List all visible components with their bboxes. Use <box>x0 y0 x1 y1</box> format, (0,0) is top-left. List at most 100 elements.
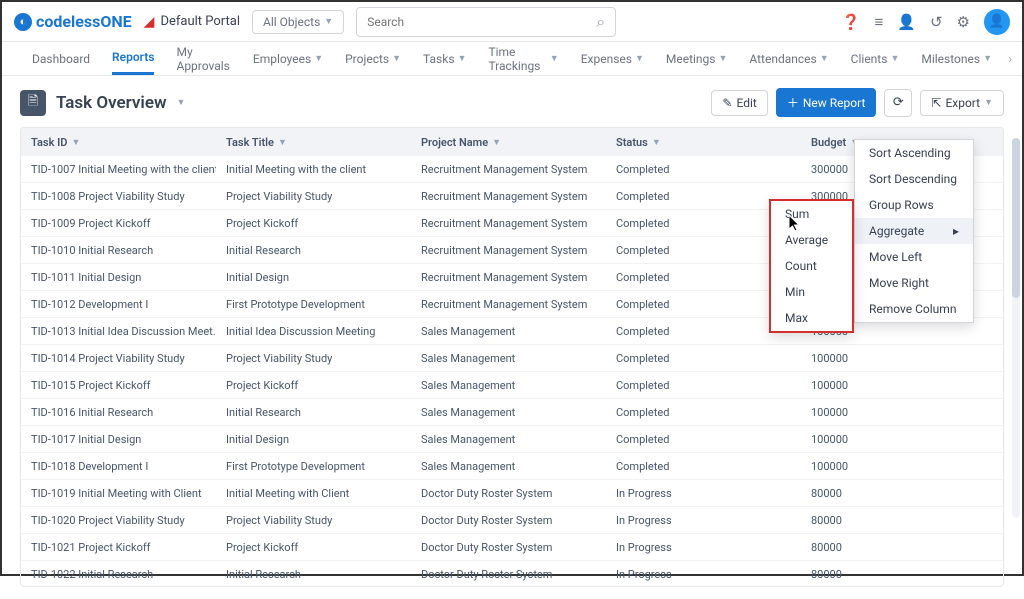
cell: TID-1012 Development I <box>21 298 216 311</box>
table-row[interactable]: TID-1017 Initial DesignInitial DesignSal… <box>21 426 1003 453</box>
table-row[interactable]: TID-1021 Project KickoffProject KickoffD… <box>21 534 1003 561</box>
top-bar: ◐ codelessONE ◢ Default Portal All Objec… <box>2 2 1022 42</box>
cell: TID-1014 Project Viability Study <box>21 352 216 365</box>
cell: Project Viability Study <box>216 514 411 527</box>
cell: Project Viability Study <box>216 352 411 365</box>
submenu-item-sum[interactable]: Sum <box>771 201 881 227</box>
cell: Initial Research <box>216 406 411 419</box>
tab-projects[interactable]: Projects▼ <box>345 42 401 75</box>
export-button[interactable]: ⇱Export▼ <box>920 90 1004 116</box>
tab-attendances[interactable]: Attendances▼ <box>749 42 828 75</box>
chevron-down-icon: ▼ <box>890 53 899 64</box>
cell: 100000 <box>801 406 986 419</box>
cell: Completed <box>606 433 801 446</box>
table-row[interactable]: TID-1019 Initial Meeting with ClientInit… <box>21 480 1003 507</box>
chevron-down-icon[interactable]: ▼ <box>177 97 186 108</box>
cell: Completed <box>606 352 801 365</box>
column-header[interactable]: Project Name ▼ <box>411 136 606 149</box>
chevron-down-icon: ▼ <box>71 137 80 148</box>
scroll-right-icon[interactable]: › <box>1008 52 1012 66</box>
tab-reports[interactable]: Reports <box>112 42 154 75</box>
cell: Sales Management <box>411 325 606 338</box>
cell: Completed <box>606 406 801 419</box>
gear-icon[interactable]: ⚙ <box>957 13 970 31</box>
menu-item-sort-descending[interactable]: Sort Descending <box>855 166 973 192</box>
cell: Initial Design <box>216 433 411 446</box>
chevron-down-icon: ▼ <box>718 53 727 64</box>
column-header[interactable]: Status ▼ <box>606 136 801 149</box>
cell: Recruitment Management System <box>411 244 606 257</box>
cell: Initial Research <box>216 244 411 257</box>
scrollbar-thumb[interactable] <box>1012 138 1020 298</box>
cell: Sales Management <box>411 379 606 392</box>
cell: Recruitment Management System <box>411 163 606 176</box>
cell: First Prototype Development <box>216 460 411 473</box>
tab-clients[interactable]: Clients▼ <box>851 42 900 75</box>
submenu-item-count[interactable]: Count <box>771 253 881 279</box>
cell: TID-1022 Initial Research <box>21 568 216 581</box>
vertical-scrollbar[interactable] <box>1012 138 1020 518</box>
chevron-down-icon: ▼ <box>983 53 992 64</box>
submenu-item-max[interactable]: Max <box>771 305 881 331</box>
refresh-button[interactable]: ⟳ <box>884 89 912 117</box>
search-box[interactable]: ⌕ <box>356 7 616 37</box>
cell: Initial Design <box>216 271 411 284</box>
tab-dashboard[interactable]: Dashboard <box>32 42 90 75</box>
table-row[interactable]: TID-1016 Initial ResearchInitial Researc… <box>21 399 1003 426</box>
cell: Recruitment Management System <box>411 271 606 284</box>
portal-selector[interactable]: ◢ Default Portal <box>144 14 240 30</box>
cell: Completed <box>606 379 801 392</box>
table-row[interactable]: TID-1014 Project Viability StudyProject … <box>21 345 1003 372</box>
cell: In Progress <box>606 568 801 581</box>
cell: Completed <box>606 460 801 473</box>
new-report-button[interactable]: ＋New Report <box>776 88 877 117</box>
cell: TID-1020 Project Viability Study <box>21 514 216 527</box>
cell: 100000 <box>801 352 986 365</box>
cell: Completed <box>606 163 801 176</box>
cell: 100000 <box>801 433 986 446</box>
cell: Doctor Duty Roster System <box>411 568 606 581</box>
table-row[interactable]: TID-1015 Project KickoffProject KickoffS… <box>21 372 1003 399</box>
table-row[interactable]: TID-1018 Development IFirst Prototype De… <box>21 453 1003 480</box>
search-icon: ⌕ <box>596 12 605 32</box>
report-icon: 🗎 <box>20 90 46 116</box>
cell: TID-1013 Initial Idea Discussion Meet... <box>21 325 216 338</box>
tab-expenses[interactable]: Expenses▼ <box>581 42 644 75</box>
edit-button[interactable]: ✎Edit <box>711 90 767 116</box>
top-icons: ❓ ≡ 👤 ↺ ⚙ 👤 <box>842 9 1010 35</box>
cell: 80000 <box>801 541 986 554</box>
cell: First Prototype Development <box>216 298 411 311</box>
page-actions: ✎Edit ＋New Report ⟳ ⇱Export▼ <box>711 88 1004 117</box>
tab-meetings[interactable]: Meetings▼ <box>666 42 728 75</box>
cell: Initial Idea Discussion Meeting <box>216 325 411 338</box>
user-add-icon[interactable]: 👤 <box>897 13 916 31</box>
plus-icon: ＋ <box>787 94 799 111</box>
column-header[interactable]: Task ID ▼ <box>21 136 216 149</box>
cell: Sales Management <box>411 433 606 446</box>
tab-milestones[interactable]: Milestones▼ <box>921 42 992 75</box>
objects-selector[interactable]: All Objects ▼ <box>252 10 344 34</box>
chevron-down-icon: ▼ <box>984 97 993 108</box>
cell: Recruitment Management System <box>411 190 606 203</box>
chevron-down-icon: ▼ <box>458 53 467 64</box>
logo-text: codelessONE <box>36 12 132 31</box>
submenu-item-average[interactable]: Average <box>771 227 881 253</box>
tab-my-approvals[interactable]: My Approvals <box>176 42 230 75</box>
avatar[interactable]: 👤 <box>984 9 1010 35</box>
cell: Sales Management <box>411 352 606 365</box>
logo[interactable]: ◐ codelessONE <box>14 12 132 31</box>
tab-tasks[interactable]: Tasks▼ <box>423 42 466 75</box>
table-row[interactable]: TID-1022 Initial ResearchInitial Researc… <box>21 561 1003 586</box>
table-row[interactable]: TID-1020 Project Viability StudyProject … <box>21 507 1003 534</box>
database-icon[interactable]: ≡ <box>875 13 884 31</box>
tab-employees[interactable]: Employees▼ <box>253 42 323 75</box>
menu-item-sort-ascending[interactable]: Sort Ascending <box>855 140 973 166</box>
help-icon[interactable]: ❓ <box>842 13 861 31</box>
history-icon[interactable]: ↺ <box>930 13 943 31</box>
objects-label: All Objects <box>263 15 320 29</box>
submenu-item-min[interactable]: Min <box>771 279 881 305</box>
tab-time-trackings[interactable]: Time Trackings▼ <box>488 42 558 75</box>
search-input[interactable] <box>367 15 596 29</box>
cell: Sales Management <box>411 406 606 419</box>
column-header[interactable]: Task Title ▼ <box>216 136 411 149</box>
